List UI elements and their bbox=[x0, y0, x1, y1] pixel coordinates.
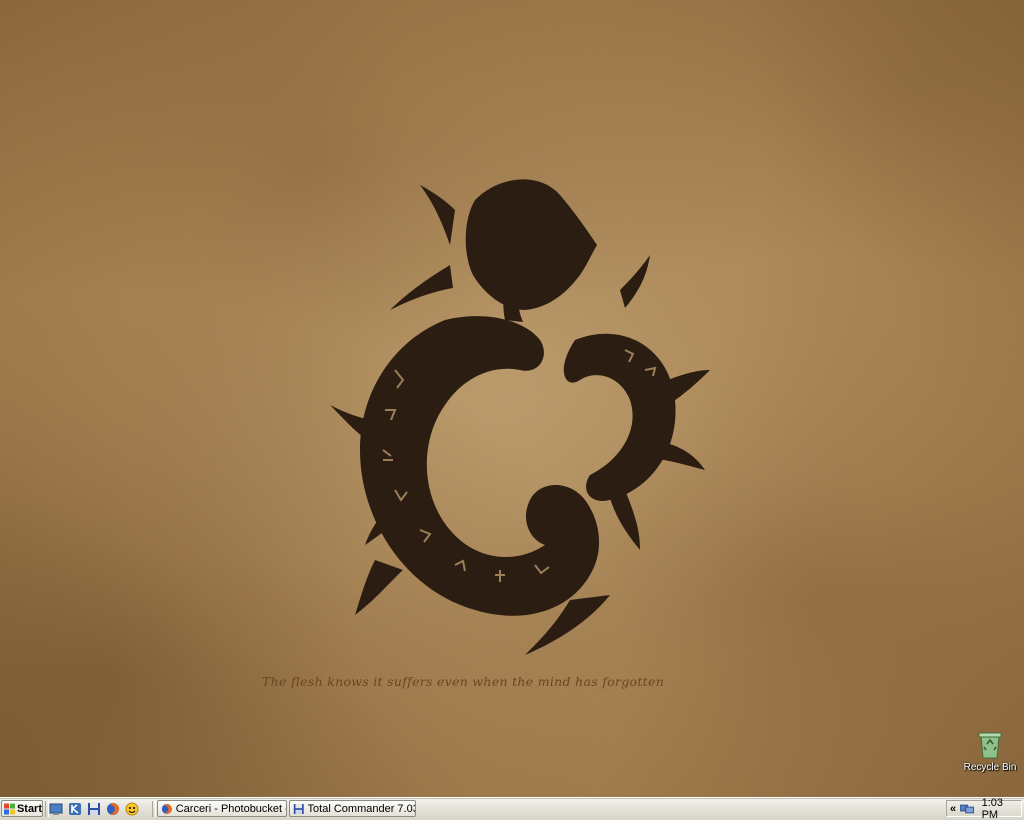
show-desktop-icon[interactable] bbox=[48, 801, 64, 817]
save-icon[interactable] bbox=[86, 801, 102, 817]
firefox-icon[interactable] bbox=[105, 801, 121, 817]
start-button[interactable]: Start bbox=[1, 800, 43, 817]
start-label: Start bbox=[16, 802, 42, 815]
tray-expand-button[interactable]: « bbox=[950, 803, 956, 815]
task-label: Carceri - Photobucket - V... bbox=[175, 802, 286, 815]
taskbar-button-photobucket[interactable]: Carceri - Photobucket - V... bbox=[157, 800, 287, 817]
recycle-bin-icon bbox=[978, 732, 1002, 759]
wallpaper-quote: The flesh knows it suffers even when the… bbox=[262, 674, 665, 689]
windows-logo-icon bbox=[4, 803, 15, 814]
task-label: Total Commander 7.03 - ... bbox=[307, 802, 415, 815]
quick-launch-bar bbox=[48, 800, 140, 818]
wallpaper-emblem-icon bbox=[330, 179, 710, 655]
recycle-bin-desktop-icon[interactable]: Recycle Bin bbox=[962, 730, 1018, 773]
taskbar: Start Carceri - Photobucket - V... Total… bbox=[0, 797, 1024, 821]
system-tray: « 1:03 PM bbox=[946, 797, 1022, 821]
desktop: The flesh knows it suffers even when the… bbox=[0, 0, 1024, 797]
floppy-icon bbox=[293, 803, 304, 814]
recycle-bin-label: Recycle Bin bbox=[963, 762, 1017, 773]
tray-clock[interactable]: 1:03 PM bbox=[982, 797, 1021, 821]
network-icon[interactable] bbox=[960, 803, 974, 815]
k-meleon-icon[interactable] bbox=[67, 801, 83, 817]
messenger-icon[interactable] bbox=[124, 801, 140, 817]
firefox-icon bbox=[161, 803, 172, 814]
taskbar-button-total-commander[interactable]: Total Commander 7.03 - ... bbox=[289, 800, 416, 817]
taskbar-separator bbox=[152, 801, 156, 817]
